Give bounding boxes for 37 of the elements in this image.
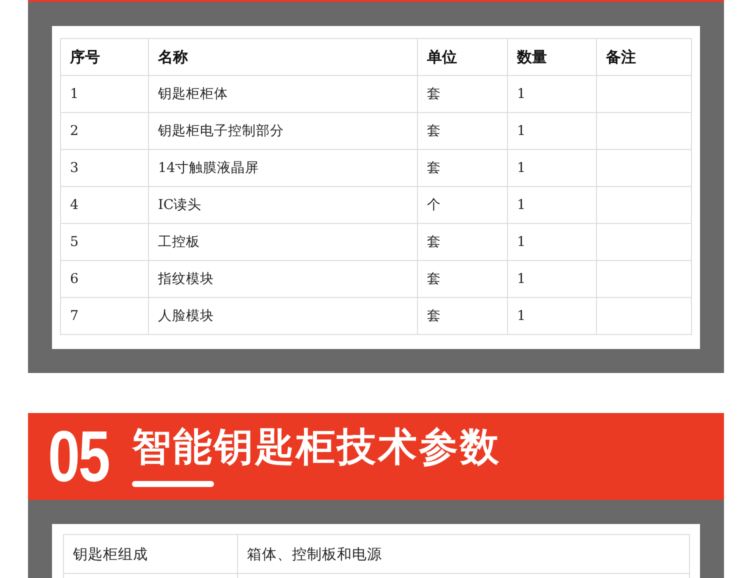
table-cell: 4 [60, 186, 148, 224]
table-cell: 套 [418, 150, 508, 186]
table-cell: 套 [418, 224, 508, 260]
section-title: 智能钥匙柜技术参数 [132, 425, 501, 471]
table-cell: 箱体、控制板和电源 [238, 534, 690, 574]
column-header: 备注 [596, 38, 692, 76]
table-cell: IC读头 [148, 186, 418, 224]
table-cell: 钥匙柜电子控制部分 [148, 112, 418, 150]
table-cell: 1 [508, 298, 596, 334]
table-cell: 1 [508, 224, 596, 260]
table-cell: 1 [60, 76, 148, 112]
table-cell: 1 [508, 260, 596, 298]
table-cell: 套 [418, 76, 508, 112]
table-cell: 3 [60, 150, 148, 186]
table-cell: 7 [60, 298, 148, 334]
table-cell: 个 [418, 186, 508, 224]
table-cell: 1 [508, 112, 596, 150]
column-header: 单位 [418, 38, 508, 76]
table-cell: 钥匙柜组成 [64, 534, 238, 574]
section-number: 05 [48, 421, 110, 493]
table-cell: 1 [508, 186, 596, 224]
table-cell: 1 [508, 150, 596, 186]
column-header: 序号 [60, 38, 148, 76]
column-header: 数量 [508, 38, 596, 76]
table-cell: 套 [418, 260, 508, 298]
table-cell: 工控板 [148, 224, 418, 260]
table-cell: 指纹模块 [148, 260, 418, 298]
table-cell: 套 [418, 298, 508, 334]
table-cell: 人脸模块 [148, 298, 418, 334]
table-cell: 6 [60, 260, 148, 298]
column-header: 名称 [148, 38, 418, 76]
table-cell: 钥匙柜柜体 [148, 76, 418, 112]
table-cell: 套 [418, 112, 508, 150]
table-cell: 1 [508, 76, 596, 112]
table-cell: 14寸触膜液晶屏 [148, 150, 418, 186]
table-cell: 5 [60, 224, 148, 260]
table-cell: 2 [60, 112, 148, 150]
